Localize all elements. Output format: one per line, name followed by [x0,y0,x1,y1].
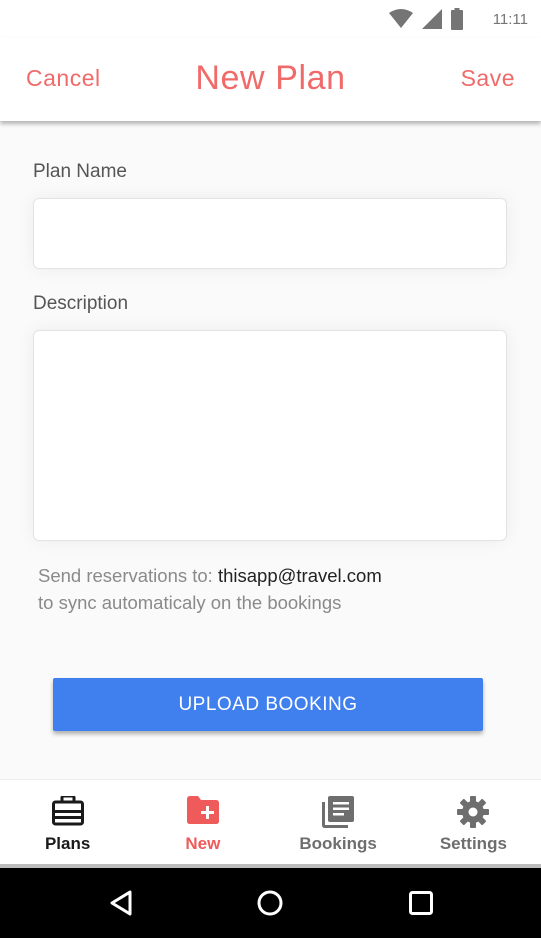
nav-item-settings[interactable]: Settings [406,780,541,865]
nav-item-bookings[interactable]: Bookings [271,780,406,865]
nav-item-plans[interactable]: Plans [0,780,135,865]
cellular-signal-icon [421,8,443,30]
plan-name-input[interactable] [33,198,507,269]
gear-icon [457,796,490,833]
nav-label-new: New [185,834,221,853]
nav-label-plans: Plans [44,834,91,853]
sync-line-1: Send reservations to: thisapp@travel.com [38,562,382,589]
wifi-icon [388,9,413,29]
back-icon[interactable] [106,888,136,918]
bottom-navigation: Plans New Bookings Settings [0,779,541,864]
description-textarea[interactable] [33,330,507,541]
plan-name-label: Plan Name [33,161,127,182]
description-label: Description [33,293,129,314]
folder-plus-icon [186,796,219,829]
new-plan-form: Plan Name Description Send reservations … [0,121,541,779]
sync-line-2: to sync automaticaly on the bookings [38,592,342,613]
sync-instructions: Send reservations to: thisapp@travel.com… [38,562,382,616]
sync-prefix: Send reservations to: [38,565,218,586]
sync-email: thisapp@travel.com [217,565,382,586]
home-icon[interactable] [255,888,285,918]
recents-icon[interactable] [406,888,436,918]
system-navigation-bar [0,868,541,938]
nav-item-new[interactable]: New [135,780,270,865]
nav-label-bookings: Bookings [299,834,377,853]
briefcase-icon [51,794,84,831]
app-bar: Cancel New Plan Save [0,38,541,121]
library-books-icon [322,796,355,833]
upload-booking-button[interactable]: UPLOAD BOOKING [53,678,483,731]
status-time: 11:11 [492,10,528,28]
battery-icon [450,8,463,30]
nav-label-settings: Settings [439,834,507,853]
status-bar: 11:11 [0,0,541,38]
save-button[interactable]: Save [461,65,515,92]
